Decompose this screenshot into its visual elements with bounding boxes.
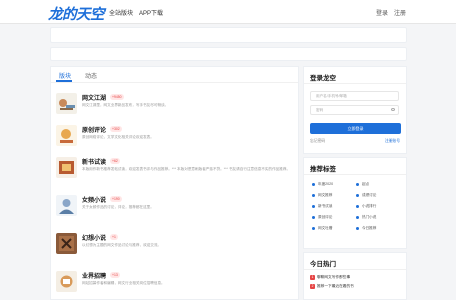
top-bar: 龙的天空 全站版块 APP下载 登录 注册 [0, 0, 456, 24]
new-posts-badge: +302 [110, 126, 122, 132]
nav-all-boards[interactable]: 全站版块 [109, 8, 133, 17]
board-name[interactable]: 新书试读 [82, 157, 106, 166]
rank-number: 1 [310, 275, 315, 280]
login-panel: 登录龙空 用户名/手机号/邮箱 密码 立即登录 忘记密码 注册账号 [303, 66, 407, 154]
board-thumbnail-icon [56, 233, 77, 254]
tag-item[interactable]: 成绩讨论 [356, 191, 376, 199]
register-link[interactable]: 注册 [394, 8, 406, 17]
board-description: 本版用作新书推荐发帖试读，欢迎发表书评与作品推荐。*** 本版对恶意刷版者严惩不… [82, 167, 291, 171]
board-item[interactable]: 幻想小说 +1 以幻想为主题的网文作品讨论与推荐，欢迎交流。 [56, 233, 296, 261]
board-description: 原创网络评论，文学文化相关评论欢迎发表。 [82, 135, 154, 139]
password-field[interactable]: 密码 [310, 105, 399, 115]
board-thumbnail-icon [56, 195, 77, 216]
tag-item[interactable]: 原创评论 [312, 213, 332, 221]
board-name[interactable]: 业界招聘 [82, 271, 106, 280]
tag-item[interactable]: 起点 [356, 180, 369, 188]
register-account-link[interactable]: 注册账号 [385, 139, 400, 144]
forgot-password-link[interactable]: 忘记密码 [310, 139, 325, 144]
tags-title: 推荐标签 [310, 166, 336, 173]
new-posts-badge: +9450 [110, 94, 124, 100]
board-name[interactable]: 原创评论 [82, 125, 106, 134]
hot-panel: 今日热门 1 聊聊网文写作那些事 2 推荐一下最近在看的书 [303, 252, 407, 300]
title-divider [304, 174, 406, 175]
board-name[interactable]: 网文江湖 [82, 93, 106, 102]
new-posts-badge: +62 [110, 158, 120, 164]
tags-panel: 推荐标签 年度2020 起点 网文推荐 成绩讨论 新书试读 小说排行 原创评论 … [303, 157, 407, 249]
login-link[interactable]: 登录 [376, 8, 388, 17]
site-logo[interactable]: 龙的天空 [48, 3, 105, 24]
login-title: 登录龙空 [310, 75, 336, 82]
board-thumbnail-icon [56, 125, 77, 146]
tab-boards[interactable]: 版块 [59, 71, 71, 80]
password-placeholder: 密码 [316, 108, 324, 112]
rank-number: 2 [310, 284, 315, 289]
banner-bar [50, 47, 407, 61]
board-list-panel: 版块 动态 网文江湖 +9450 网文江湖里，网文业界新品发布，写手书友尽可畅谈… [50, 66, 299, 300]
board-item[interactable]: 网文江湖 +9450 网文江湖里，网文业界新品发布，写手书友尽可畅谈。 [56, 93, 296, 121]
board-name[interactable]: 幻想小说 [82, 233, 106, 242]
eye-icon[interactable] [391, 108, 395, 111]
tag-item[interactable]: 年度2020 [312, 180, 333, 188]
username-field[interactable]: 用户名/手机号/邮箱 [310, 91, 399, 101]
board-item[interactable]: 新书试读 +62 本版用作新书推荐发帖试读，欢迎发表书评与作品推荐。*** 本版… [56, 157, 296, 185]
announcement-bar [50, 27, 407, 43]
hot-item[interactable]: 1 聊聊网文写作那些事 [310, 275, 404, 280]
new-posts-badge: +190 [110, 196, 122, 202]
board-description: 关于女频作品的讨论，评论，推荐都在这里。 [82, 205, 154, 209]
tag-item[interactable]: 今日推荐 [356, 224, 376, 232]
tab-activity[interactable]: 动态 [85, 71, 97, 80]
tag-item[interactable]: 小说排行 [356, 202, 376, 210]
tab-divider [51, 82, 298, 83]
tag-item[interactable]: 新书试读 [312, 202, 332, 210]
board-item[interactable]: 原创评论 +302 原创网络评论，文学文化相关评论欢迎发表。 [56, 125, 296, 153]
title-divider [304, 269, 406, 270]
tag-item[interactable]: 网文吐槽 [312, 224, 332, 232]
board-thumbnail-icon [56, 157, 77, 178]
board-description: 网文江湖里，网文业界新品发布，写手书友尽可畅谈。 [82, 103, 169, 107]
hot-item-title: 推荐一下最近在看的书 [317, 284, 354, 288]
nav-app-download[interactable]: APP下载 [139, 8, 163, 17]
board-name[interactable]: 女频小说 [82, 195, 106, 204]
tag-item[interactable]: 网文推荐 [312, 191, 332, 199]
hot-item-title: 聊聊网文写作那些事 [317, 275, 351, 279]
board-thumbnail-icon [56, 271, 77, 292]
board-description: 网站招募作者和编辑，网文行业相关岗位招聘信息。 [82, 281, 165, 285]
login-button[interactable]: 立即登录 [310, 123, 401, 134]
board-description: 以幻想为主题的网文作品讨论与推荐，欢迎交流。 [82, 243, 162, 247]
board-item[interactable]: 女频小说 +190 关于女频作品的讨论，评论，推荐都在这里。 [56, 195, 296, 223]
board-item[interactable]: 业界招聘 +13 网站招募作者和编辑，网文行业相关岗位招聘信息。 [56, 271, 296, 299]
board-thumbnail-icon [56, 93, 77, 114]
new-posts-badge: +13 [110, 272, 120, 278]
hot-item[interactable]: 2 推荐一下最近在看的书 [310, 284, 404, 289]
new-posts-badge: +1 [110, 234, 118, 240]
title-divider [304, 83, 406, 84]
hot-title: 今日热门 [310, 261, 336, 268]
tag-item[interactable]: 热门小说 [356, 213, 376, 221]
